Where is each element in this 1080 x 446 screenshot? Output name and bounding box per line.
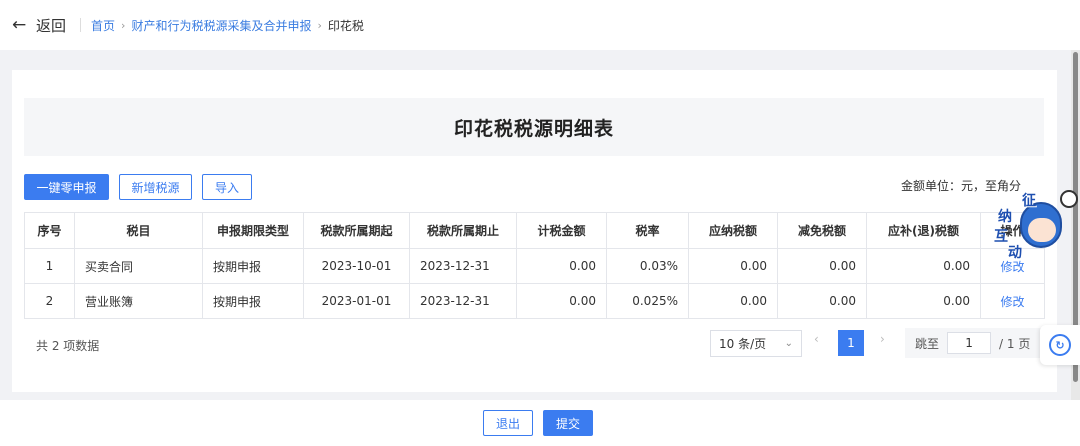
divider: [80, 18, 82, 32]
col-header: 申报期限类型: [202, 212, 304, 249]
table-row: 2 营业账簿 按期申报 2023-01-01 2023-12-31 0.00 0…: [24, 283, 1045, 319]
add-source-button[interactable]: 新增税源: [119, 174, 192, 200]
total-count: 共 2 项数据: [36, 339, 100, 353]
chevron-down-icon: ⌄: [784, 338, 793, 349]
submit-button[interactable]: 提交: [543, 410, 593, 436]
col-header: 序号: [24, 212, 75, 249]
title-band: 印花税税源明细表: [24, 98, 1044, 156]
cell-payable: 0.00: [688, 248, 778, 284]
chevron-right-icon: ›: [121, 18, 126, 32]
col-header: 应纳税额: [688, 212, 778, 249]
table-row: 1 买卖合同 按期申报 2023-10-01 2023-12-31 0.00 0…: [24, 248, 1045, 284]
exit-button[interactable]: 退出: [483, 410, 533, 436]
mascot-text: 互: [994, 229, 1008, 245]
back-button[interactable]: ← 返回: [12, 15, 66, 36]
page-size-value: 10 条/页: [719, 337, 767, 351]
cell-period-type: 按期申报: [202, 248, 304, 284]
col-header: 应补(退)税额: [866, 212, 981, 249]
cell-item: 买卖合同: [74, 248, 203, 284]
page-title: 印花税税源明细表: [453, 117, 614, 140]
refresh-chat-icon: ↻: [1049, 334, 1071, 356]
mascot-face: [1028, 218, 1056, 242]
cell-period-type: 按期申报: [202, 283, 304, 319]
import-button[interactable]: 导入: [202, 174, 252, 200]
col-header: 减免税额: [777, 212, 867, 249]
mascot-assistant[interactable]: 征 纳 互 动: [990, 190, 1072, 262]
breadcrumb-tax-collection[interactable]: 财产和行为税税源采集及合并申报: [131, 17, 311, 34]
col-header: 税目: [74, 212, 203, 249]
cell-item: 营业账簿: [74, 283, 203, 319]
breadcrumb: 首页 › 财产和行为税税源采集及合并申报 › 印花税: [91, 17, 364, 34]
side-service-widget[interactable]: ↻: [1040, 325, 1080, 365]
cell-relief: 0.00: [777, 248, 867, 284]
edit-link[interactable]: 修改: [1000, 295, 1024, 309]
col-header: 计税金额: [516, 212, 607, 249]
total-pages: / 1 页: [999, 336, 1031, 351]
chevron-right-icon: ›: [317, 18, 322, 32]
cell-start: 2023-01-01: [303, 283, 410, 319]
chevron-right-icon[interactable]: ›: [880, 332, 885, 346]
cell-taxable: 0.00: [516, 283, 607, 319]
cell-due: 0.00: [866, 248, 981, 284]
col-header: 税率: [606, 212, 689, 249]
arrow-left-icon: ←: [12, 15, 27, 35]
tax-source-table: 序号 税目 申报期限类型 税款所属期起 税款所属期止 计税金额 税率 应纳税额 …: [24, 212, 1045, 319]
cell-no: 1: [24, 248, 75, 284]
cell-payable: 0.00: [688, 283, 778, 319]
zero-declare-button[interactable]: 一键零申报: [24, 174, 109, 200]
cell-rate: 0.03%: [606, 248, 689, 284]
chevron-left-icon[interactable]: ‹: [814, 332, 819, 346]
bottom-bar: 退出 提交: [0, 400, 1080, 446]
page-jump: 跳至 / 1 页: [905, 328, 1045, 358]
jump-label: 跳至: [915, 336, 940, 351]
col-header: 税款所属期起: [303, 212, 410, 249]
jump-input[interactable]: [947, 332, 992, 354]
page-1-button[interactable]: 1: [838, 330, 864, 356]
mascot-text: 征: [1022, 193, 1036, 209]
top-bar: ← 返回 首页 › 财产和行为税税源采集及合并申报 › 印花税: [0, 0, 1080, 50]
table-header-row: 序号 税目 申报期限类型 税款所属期起 税款所属期止 计税金额 税率 应纳税额 …: [24, 212, 1045, 249]
cell-end: 2023-12-31: [409, 248, 517, 284]
cell-due: 0.00: [866, 283, 981, 319]
main-card: 印花税税源明细表 一键零申报 新增税源 导入 金额单位：元，至角分 序号 税目 …: [12, 70, 1057, 392]
cell-end: 2023-12-31: [409, 283, 517, 319]
cell-start: 2023-10-01: [303, 248, 410, 284]
page-size-select[interactable]: 10 条/页 ⌄: [710, 330, 802, 357]
cell-rate: 0.025%: [606, 283, 689, 319]
breadcrumb-current: 印花税: [327, 18, 364, 33]
cell-no: 2: [24, 283, 75, 319]
mascot-text: 纳: [998, 209, 1012, 225]
cell-taxable: 0.00: [516, 248, 607, 284]
col-header: 税款所属期止: [409, 212, 517, 249]
mascot-text: 动: [1008, 245, 1022, 261]
breadcrumb-home[interactable]: 首页: [91, 17, 115, 34]
back-label: 返回: [36, 16, 67, 35]
cell-relief: 0.00: [777, 283, 867, 319]
